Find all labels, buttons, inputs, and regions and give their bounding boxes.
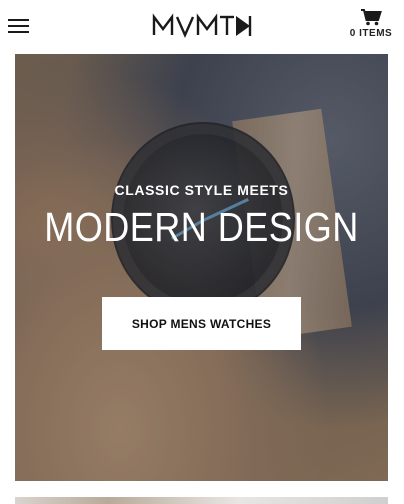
- cart-button[interactable]: 0 ITEMS: [346, 8, 396, 46]
- hero-eyebrow: CLASSIC STYLE MEETS: [114, 182, 289, 198]
- cart-item-count: 0 ITEMS: [349, 28, 393, 39]
- next-section-image: [15, 497, 388, 504]
- site-header: MVMT 0 ITEMS: [0, 0, 404, 54]
- hero-content: CLASSIC STYLE MEETS MODERN DESIGN SHOP M…: [15, 54, 388, 481]
- hamburger-menu-icon: [8, 19, 29, 21]
- hamburger-menu-button[interactable]: [6, 14, 32, 38]
- hero-banner[interactable]: CLASSIC STYLE MEETS MODERN DESIGN SHOP M…: [15, 54, 388, 481]
- mvmt-logo-icon: [152, 13, 252, 38]
- brand-logo[interactable]: MVMT: [152, 13, 252, 39]
- hero-headline: MODERN DESIGN: [44, 204, 359, 250]
- shopping-cart-icon: [361, 9, 382, 26]
- shop-mens-watches-button[interactable]: SHOP MENS WATCHES: [102, 297, 301, 350]
